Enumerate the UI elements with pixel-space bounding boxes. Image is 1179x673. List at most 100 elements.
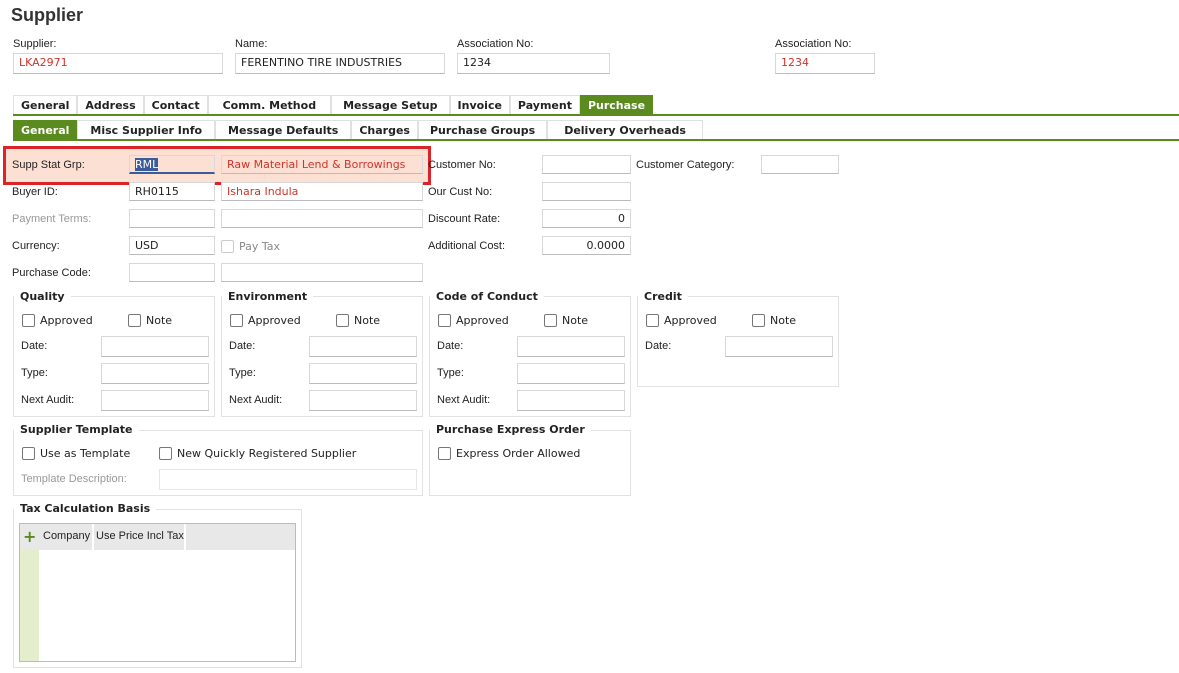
- credit-approved-checkbox[interactable]: Approved: [646, 314, 717, 327]
- environment-next_audit-field[interactable]: [309, 390, 417, 411]
- supplier-label: Supplier:: [13, 38, 57, 50]
- environment-type-label: Type:: [229, 367, 256, 379]
- customer-category-label: Customer Category:: [636, 159, 735, 171]
- subtab-delivery-overheads[interactable]: Delivery Overheads: [547, 120, 703, 139]
- customer-no-field[interactable]: [542, 155, 631, 174]
- supplier-field[interactable]: LKA2971: [13, 53, 223, 74]
- conduct-date-label: Date:: [437, 340, 464, 352]
- tab-payment[interactable]: Payment: [509, 95, 580, 114]
- column-company[interactable]: Company: [43, 530, 90, 542]
- conduct-type-label: Type:: [437, 367, 464, 379]
- tab-comm-method[interactable]: Comm. Method: [207, 95, 332, 114]
- discount-rate-label: Discount Rate:: [428, 213, 501, 225]
- environment-date-field[interactable]: [309, 336, 417, 357]
- association-no-field[interactable]: 1234: [457, 53, 610, 74]
- quality-next_audit-label: Next Audit:: [21, 394, 75, 406]
- association-no-2-field[interactable]: 1234: [775, 53, 875, 74]
- conduct-note-checkbox[interactable]: Note: [544, 314, 588, 327]
- additional-cost-label: Additional Cost:: [428, 240, 506, 252]
- discount-rate-field[interactable]: 0: [542, 209, 631, 228]
- purchase-code-field[interactable]: [129, 263, 215, 282]
- approved-label: Approved: [664, 314, 717, 327]
- payment-terms-desc: [221, 209, 423, 228]
- tab-contact[interactable]: Contact: [143, 95, 208, 114]
- tax-calculation-title: Tax Calculation Basis: [14, 502, 157, 515]
- new-quick-supplier-checkbox[interactable]: New Quickly Registered Supplier: [159, 447, 356, 460]
- pay-tax-checkbox[interactable]: Pay Tax: [221, 240, 280, 253]
- row-selector-column: [20, 550, 39, 661]
- subtab-general[interactable]: General: [13, 120, 78, 139]
- credit-title: Credit: [638, 290, 688, 303]
- quality-next_audit-field[interactable]: [101, 390, 209, 411]
- tab-purchase[interactable]: Purchase: [579, 95, 654, 114]
- our-cust-no-field[interactable]: [542, 182, 631, 201]
- column-divider: [184, 524, 186, 550]
- customer-category-field[interactable]: [761, 155, 839, 174]
- tab-invoice[interactable]: Invoice: [449, 95, 510, 114]
- quality-approved-checkbox[interactable]: Approved: [22, 314, 93, 327]
- conduct-type-field[interactable]: [517, 363, 625, 384]
- checkbox-icon: [159, 447, 172, 460]
- subtab-misc-supplier-info[interactable]: Misc Supplier Info: [77, 120, 216, 139]
- express-order-checkbox[interactable]: Express Order Allowed: [438, 447, 580, 460]
- additional-cost-field[interactable]: 0.0000: [542, 236, 631, 255]
- payment-terms-field[interactable]: [129, 209, 215, 228]
- currency-field[interactable]: USD: [129, 236, 215, 255]
- checkbox-icon: [22, 447, 35, 460]
- environment-next_audit-label: Next Audit:: [229, 394, 283, 406]
- tab-address[interactable]: Address: [77, 95, 144, 114]
- checkbox-icon: [646, 314, 659, 327]
- tab-divider: [13, 114, 1179, 116]
- credit-note-checkbox[interactable]: Note: [752, 314, 796, 327]
- page-title: Supplier: [11, 5, 84, 25]
- tab-general[interactable]: General: [13, 95, 78, 114]
- environment-note-checkbox[interactable]: Note: [336, 314, 380, 327]
- subtab-divider: [13, 139, 1179, 141]
- use-as-template-checkbox[interactable]: Use as Template: [22, 447, 130, 460]
- quality-date-field[interactable]: [101, 336, 209, 357]
- subtab-charges[interactable]: Charges: [351, 120, 418, 139]
- quality-title: Quality: [14, 290, 71, 303]
- environment-approved-checkbox[interactable]: Approved: [230, 314, 301, 327]
- sub-tabs: General Misc Supplier Info Message Defau…: [13, 120, 703, 139]
- association-no-label: Association No:: [457, 38, 534, 50]
- name-label: Name:: [235, 38, 268, 50]
- our-cust-no-label: Our Cust No:: [428, 186, 493, 198]
- supp-stat-grp-value: RML: [135, 158, 159, 171]
- subtab-purchase-groups[interactable]: Purchase Groups: [417, 120, 548, 139]
- conduct-date-field[interactable]: [517, 336, 625, 357]
- environment-date-label: Date:: [229, 340, 256, 352]
- buyer-id-field[interactable]: RH0115: [129, 182, 215, 201]
- quality-type-label: Type:: [21, 367, 48, 379]
- checkbox-icon: [22, 314, 35, 327]
- supplier-template-title: Supplier Template: [14, 423, 139, 436]
- checkbox-icon: [128, 314, 141, 327]
- quality-type-field[interactable]: [101, 363, 209, 384]
- quality-note-checkbox[interactable]: Note: [128, 314, 172, 327]
- note-label: Note: [146, 314, 173, 327]
- express-order-label: Express Order Allowed: [456, 447, 581, 460]
- approved-label: Approved: [40, 314, 93, 327]
- conduct-title: Code of Conduct: [430, 290, 544, 303]
- pay-tax-label: Pay Tax: [239, 240, 281, 253]
- buyer-id-label: Buyer ID:: [12, 186, 58, 198]
- quality-date-label: Date:: [21, 340, 48, 352]
- conduct-approved-checkbox[interactable]: Approved: [438, 314, 509, 327]
- checkbox-icon: [752, 314, 765, 327]
- environment-type-field[interactable]: [309, 363, 417, 384]
- currency-label: Currency:: [12, 240, 60, 252]
- name-field[interactable]: FERENTINO TIRE INDUSTRIES: [235, 53, 445, 74]
- customer-no-label: Customer No:: [428, 159, 496, 171]
- credit-date-field[interactable]: [725, 336, 833, 357]
- new-quick-supplier-label: New Quickly Registered Supplier: [177, 447, 357, 460]
- buyer-name: Ishara Indula: [221, 182, 423, 201]
- template-description-field[interactable]: [159, 469, 417, 490]
- note-label: Note: [354, 314, 381, 327]
- column-use-price-incl-tax[interactable]: Use Price Incl Tax: [96, 530, 184, 542]
- tab-message-setup[interactable]: Message Setup: [331, 95, 450, 114]
- subtab-message-defaults[interactable]: Message Defaults: [215, 120, 352, 139]
- note-label: Note: [562, 314, 589, 327]
- add-icon[interactable]: +: [23, 527, 36, 546]
- supp-stat-grp-field[interactable]: RML: [129, 155, 215, 174]
- conduct-next_audit-field[interactable]: [517, 390, 625, 411]
